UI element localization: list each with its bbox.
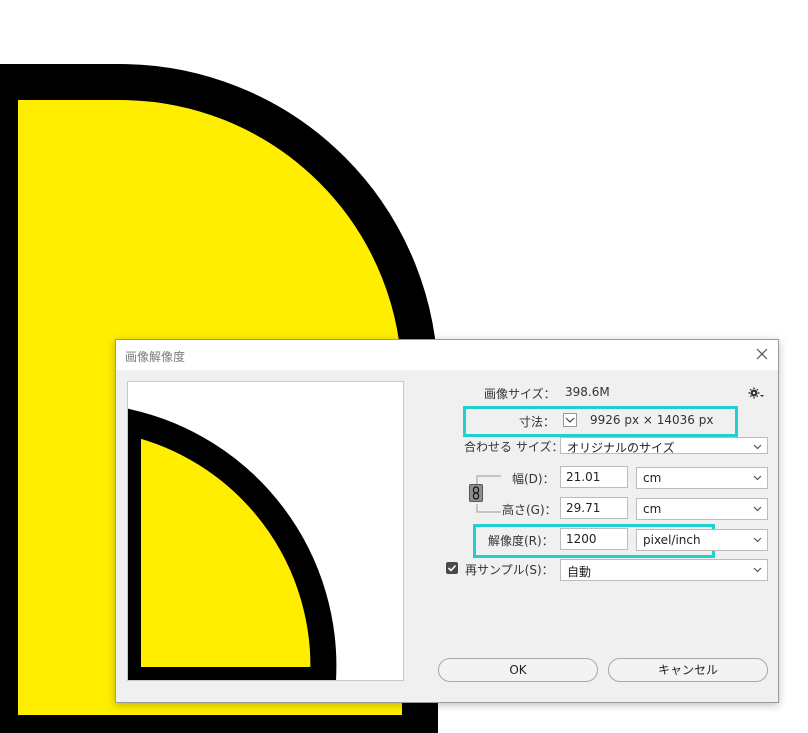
fit-to-value: オリジナルのサイズ xyxy=(567,441,675,455)
image-preview[interactable] xyxy=(127,381,404,681)
width-input[interactable]: 21.01 xyxy=(560,466,628,488)
resample-select[interactable]: 自動 xyxy=(560,559,768,581)
chevron-down-icon xyxy=(753,506,762,512)
dialog-title: 画像解像度 xyxy=(125,350,186,364)
resolution-input-value: 1200 xyxy=(566,532,597,546)
height-unit-select[interactable]: cm xyxy=(636,498,768,520)
dialog-titlebar: 画像解像度 xyxy=(116,340,778,370)
image-size-dialog: 画像解像度 画像サイズ： 398.6M 寸法： 9926 px × 14036 … xyxy=(115,339,779,703)
chevron-down-icon xyxy=(753,475,762,481)
dimensions-value: 9926 px × 14036 px xyxy=(590,413,714,427)
width-unit-value: cm xyxy=(643,471,662,485)
close-icon[interactable] xyxy=(754,346,770,362)
resolution-unit-select[interactable]: pixel/inch xyxy=(636,529,768,551)
height-unit-value: cm xyxy=(643,502,662,516)
ok-button[interactable]: OK xyxy=(438,658,598,682)
dimensions-dropdown[interactable] xyxy=(563,413,577,427)
preview-artwork xyxy=(128,408,337,680)
fit-to-select[interactable]: オリジナルのサイズ xyxy=(560,437,768,455)
fit-to-label: 合わせる サイズ： xyxy=(464,440,564,454)
resample-value: 自動 xyxy=(567,565,592,579)
height-input[interactable]: 29.71 xyxy=(560,497,628,519)
width-unit-select[interactable]: cm xyxy=(636,467,768,489)
image-size-value: 398.6M xyxy=(565,385,610,399)
image-size-label: 画像サイズ： xyxy=(484,387,556,401)
gear-icon[interactable] xyxy=(748,386,764,400)
resolution-input[interactable]: 1200 xyxy=(560,528,628,550)
resample-checkbox[interactable] xyxy=(446,562,458,574)
width-input-value: 21.01 xyxy=(566,470,601,484)
cancel-button[interactable]: キャンセル xyxy=(608,658,768,682)
chevron-down-icon xyxy=(753,567,762,573)
chevron-down-icon xyxy=(753,537,762,543)
chevron-down-icon xyxy=(565,417,575,423)
height-label: 高さ(G)： xyxy=(502,503,557,517)
height-input-value: 29.71 xyxy=(566,501,601,515)
link-chain-icon[interactable] xyxy=(469,484,483,502)
resolution-unit-value: pixel/inch xyxy=(643,533,701,547)
chevron-down-icon xyxy=(753,444,762,450)
checkmark-icon xyxy=(447,564,457,572)
width-label: 幅(D)： xyxy=(512,472,555,486)
dimensions-label: 寸法： xyxy=(519,415,556,429)
resample-label: 再サンプル(S)： xyxy=(465,563,554,577)
resolution-label: 解像度(R)： xyxy=(488,534,554,548)
